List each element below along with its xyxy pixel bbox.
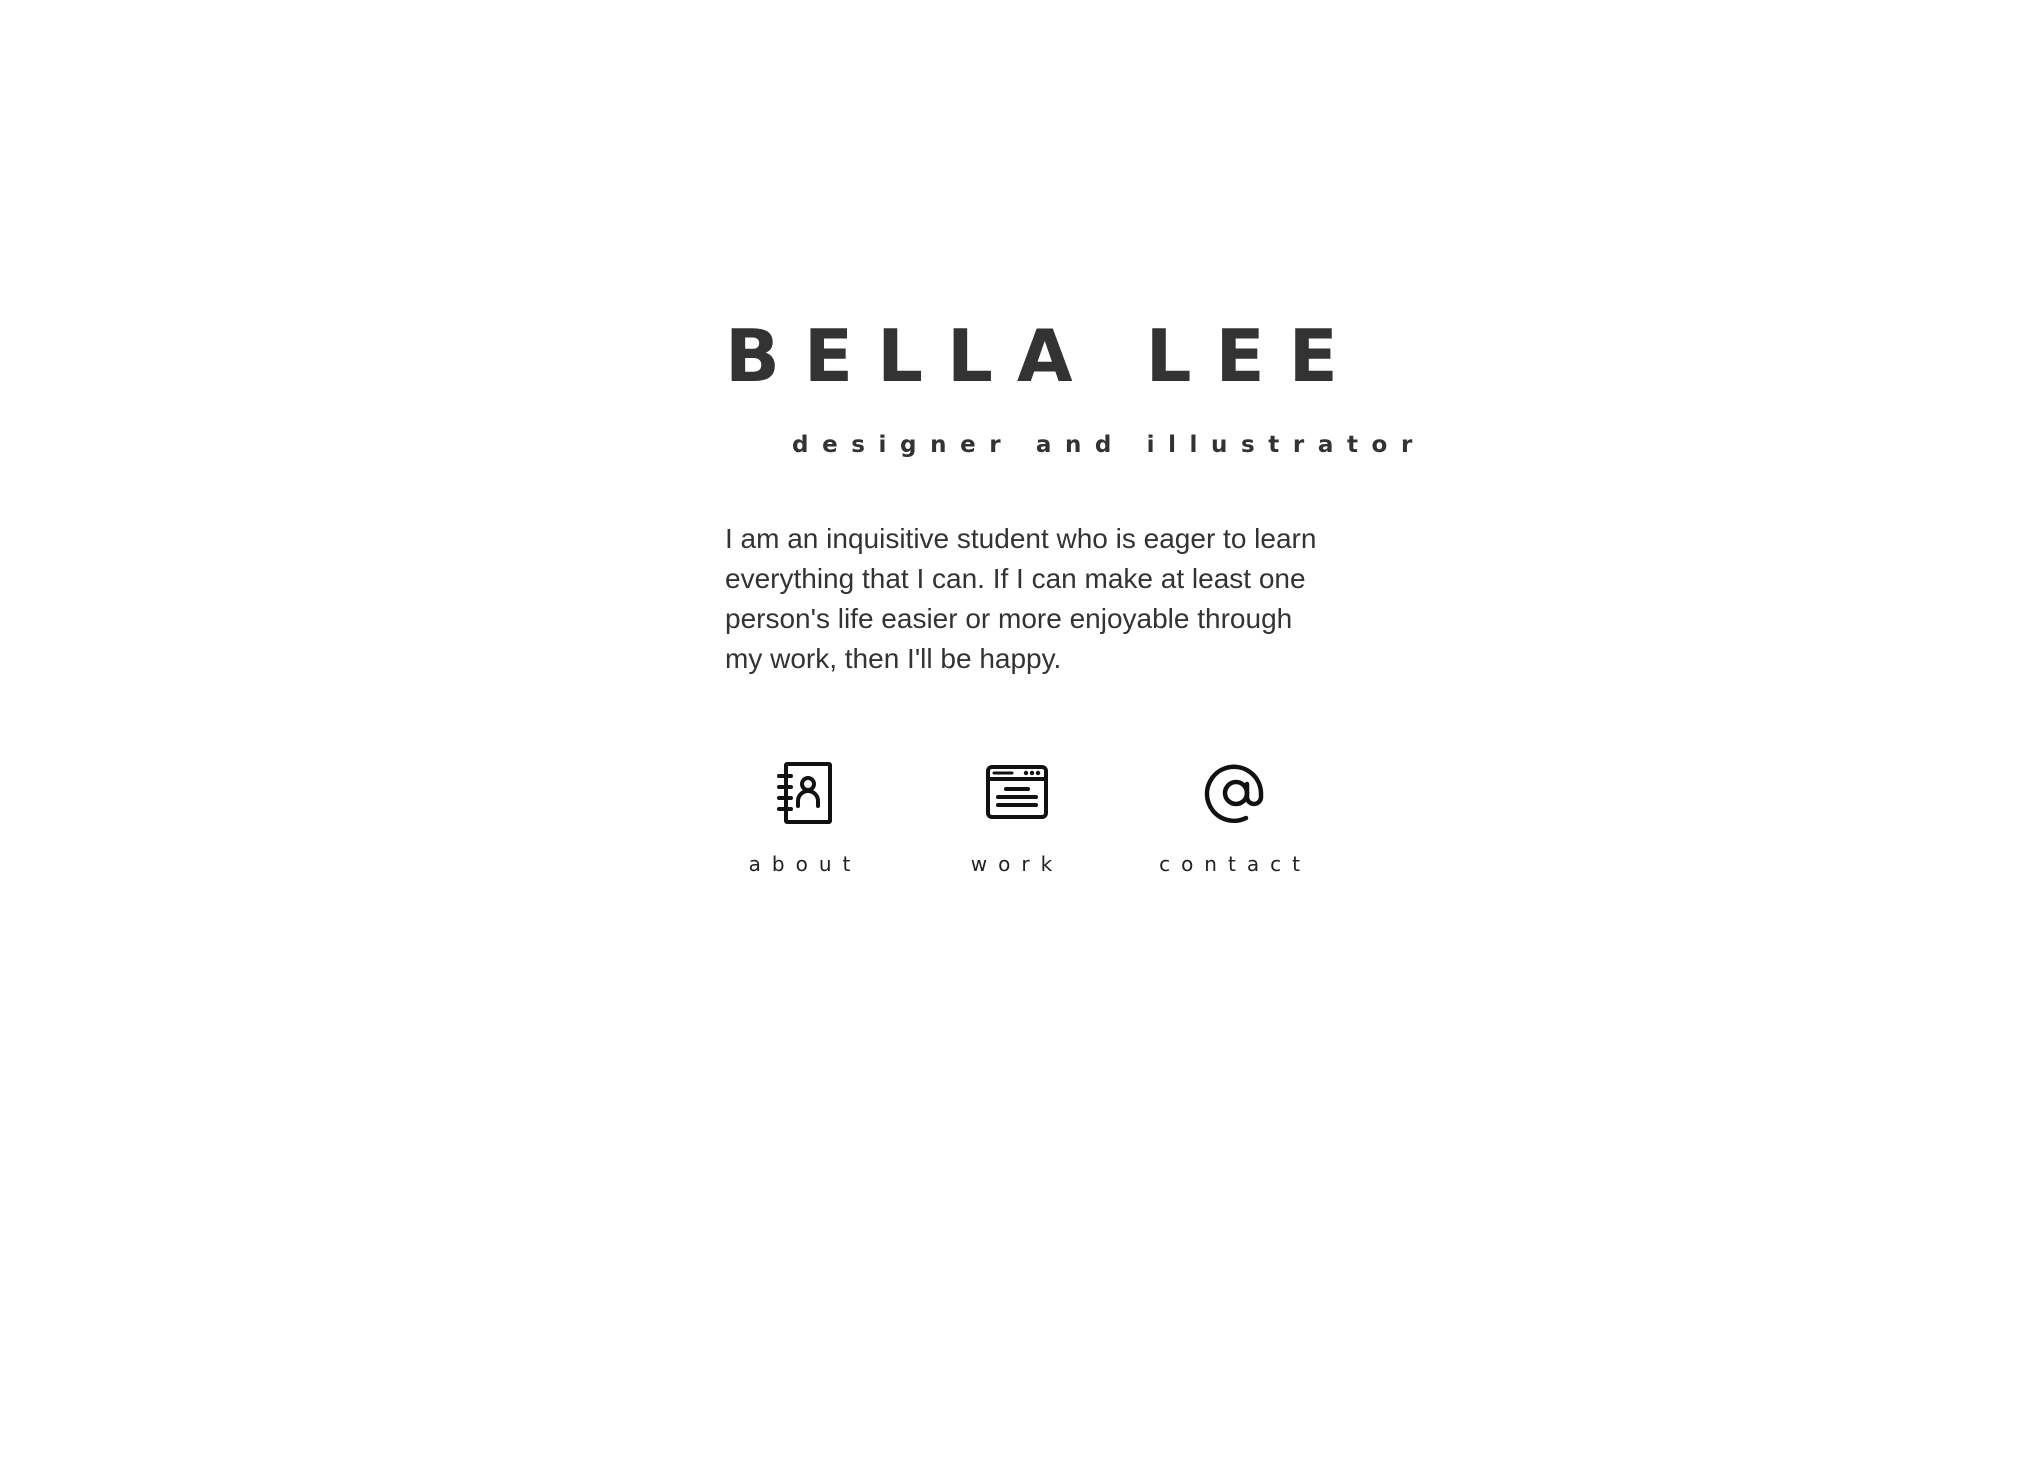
- at-sign-icon: [1202, 760, 1268, 826]
- bio-paragraph: I am an inquisitive student who is eager…: [725, 523, 1317, 674]
- address-book-icon: [772, 760, 838, 826]
- nav-label-about: about: [748, 852, 862, 876]
- browser-window-icon: [984, 760, 1050, 826]
- intro-section: BELLA LEE designer and illustrator I am …: [725, 314, 1426, 679]
- page-title: BELLA LEE: [725, 314, 1362, 398]
- nav-label-contact: contact: [1159, 852, 1311, 876]
- main-nav: about work contact: [725, 760, 1325, 880]
- page-subtitle: designer and illustrator: [792, 432, 1426, 458]
- nav-label-work: work: [970, 852, 1064, 876]
